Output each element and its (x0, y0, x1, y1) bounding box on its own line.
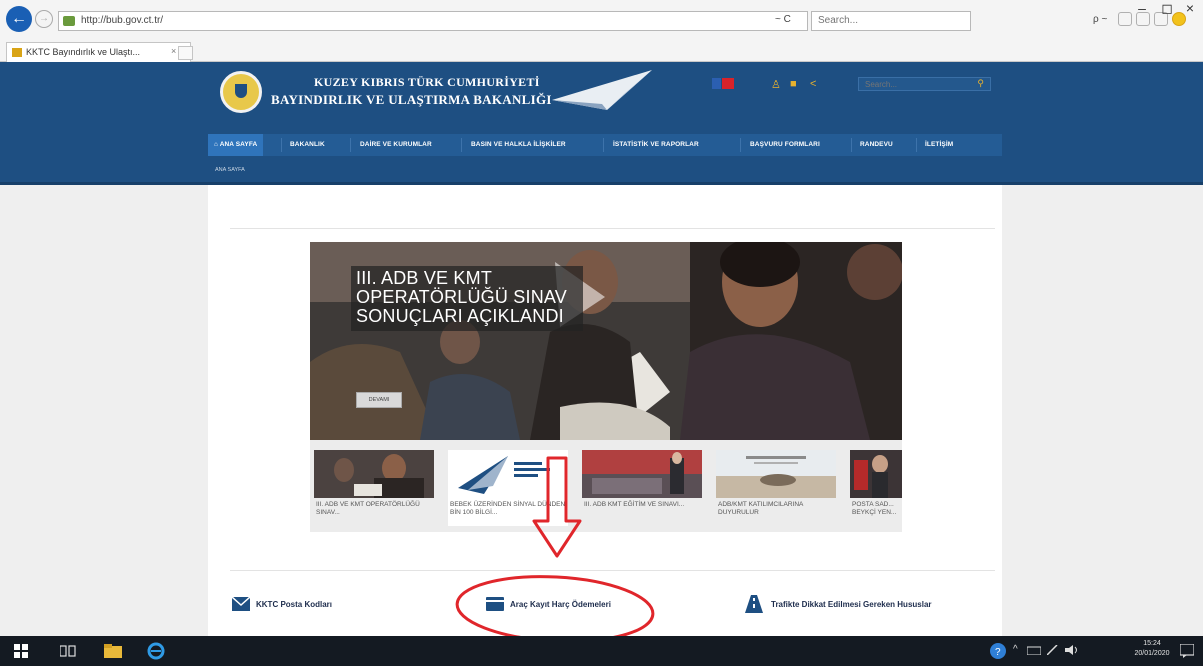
search-go-button[interactable]: ρ ~ (1093, 14, 1107, 25)
thumbnail-image (716, 450, 836, 498)
slider-caption-line: SONUÇLARI AÇIKLANDI (356, 306, 564, 326)
tab-close-icon[interactable]: × (171, 46, 176, 56)
quick-links: KKTC Posta Kodları Araç Kayıt Harç Ödeme… (208, 585, 1002, 628)
envelope-icon (232, 597, 250, 611)
clock-date: 20/01/2020 (1134, 650, 1170, 657)
thumbnail-caption: ADB/KMT KATILIMCILARINA DUYURULUR (718, 501, 804, 516)
back-button[interactable]: ← (6, 6, 32, 32)
news-thumbnail[interactable]: III. ADB VE KMT OPERATÖRLÜĞÜ SINAV... (314, 450, 434, 526)
site-search-input[interactable] (865, 80, 975, 89)
nav-item-contact[interactable]: İLETİŞİM (925, 134, 953, 156)
thumbnail-image (582, 450, 702, 498)
news-thumbnail-strip: III. ADB VE KMT OPERATÖRLÜĞÜ SINAV... BE… (310, 440, 902, 532)
slider-more-button[interactable]: DEVAMI (356, 392, 402, 408)
window-close-button[interactable]: × (1180, 0, 1200, 16)
notifications-icon[interactable] (1180, 644, 1194, 658)
user-icon[interactable]: ♙ (771, 78, 781, 91)
browser-search-box[interactable] (811, 11, 971, 31)
thumbnail-image (314, 450, 434, 498)
network-icon[interactable] (1027, 645, 1041, 655)
news-thumbnail[interactable]: ADB/KMT KATILIMCILARINA DUYURULUR (716, 450, 836, 526)
window-minimize-button[interactable]: – (1132, 0, 1152, 16)
share-icon[interactable]: < (810, 78, 816, 90)
thumbnail-caption: III. ADB VE KMT OPERATÖRLÜĞÜ SINAV... (316, 501, 420, 516)
tab-favicon-icon (12, 48, 22, 57)
pen-icon[interactable] (1047, 645, 1059, 655)
quick-link-label: Araç Kayıt Harç Ödemeleri (510, 600, 611, 609)
internet-explorer-icon[interactable] (147, 642, 165, 660)
tray-clock[interactable]: 15:24 20/01/2020 (1132, 639, 1172, 659)
refresh-button[interactable]: ~ C (775, 14, 791, 25)
main-navigation: ⌂ ANA SAYFA BAKANLIK DAİRE VE KURUMLAR B… (208, 134, 1002, 156)
file-explorer-icon[interactable] (104, 644, 122, 658)
nav-item-ministry[interactable]: BAKANLIK (290, 134, 325, 156)
slider-caption-line: III. ADB VE KMT (356, 268, 493, 288)
address-url: http://bub.gov.ct.tr/ (81, 15, 164, 26)
government-emblem-icon (220, 71, 262, 113)
site-header: KUZEY KIBRIS TÜRK CUMHURİYETİ BAYINDIRLI… (0, 62, 1203, 185)
quick-link-label: KKTC Posta Kodları (256, 600, 333, 609)
breadcrumb[interactable]: ANA SAYFA (215, 167, 245, 173)
site-search-icon[interactable]: ⚲ (977, 78, 984, 89)
credit-card-icon (486, 597, 504, 611)
site-search-box[interactable]: ⚲ (858, 77, 991, 91)
home-icon[interactable] (1118, 12, 1132, 26)
address-bar[interactable]: http://bub.gov.ct.tr/ (58, 11, 808, 31)
rss-icon[interactable]: ■ (790, 78, 797, 90)
nav-item-departments[interactable]: DAİRE VE KURUMLAR (360, 134, 432, 156)
news-thumbnail[interactable]: III. ADB KMT EĞİTİM VE SINAVI... (582, 450, 702, 526)
news-thumbnail[interactable]: POSTA SAD... BEYKÇİ YEN... (850, 450, 902, 526)
browser-tab[interactable]: KKTC Bayındırlık ve Ulaştı... × (6, 42, 191, 62)
thumbnail-caption: III. ADB KMT EĞİTİM VE SINAVI... (584, 501, 685, 508)
site-favicon-icon (63, 16, 75, 26)
nav-item-press[interactable]: BASIN VE HALKLA İLİŞKİLER (471, 134, 566, 156)
volume-icon[interactable] (1065, 645, 1079, 655)
nav-item-forms[interactable]: BAŞVURU FORMLARI (750, 134, 820, 156)
windows-taskbar: ? ^ 15:24 20/01/2020 (0, 636, 1203, 666)
clock-time: 15:24 (1143, 640, 1161, 647)
tray-expand-icon[interactable]: ^ (1013, 644, 1018, 655)
browser-search-input[interactable] (818, 15, 968, 26)
new-tab-button[interactable] (178, 46, 193, 60)
thumbnail-caption: BEBEK ÜZERİNDEN SİNYAL DÜNDEN BİN 100 Bİ… (450, 501, 566, 516)
help-icon[interactable]: ? (990, 643, 1006, 659)
site-title-line2: BAYINDIRLIK VE ULAŞTIRMA BAKANLIĞI (271, 92, 552, 107)
nav-item-statistics[interactable]: İSTATİSTİK VE RAPORLAR (613, 134, 699, 156)
tab-title: KKTC Bayındırlık ve Ulaştı... (26, 47, 141, 57)
language-flag-icon[interactable] (712, 78, 734, 89)
nav-item-appointment[interactable]: RANDEVU (860, 134, 893, 156)
paper-plane-logo-icon (552, 70, 652, 110)
window-maximize-button[interactable]: ◻ (1157, 0, 1177, 17)
news-thumbnail[interactable]: BEBEK ÜZERİNDEN SİNYAL DÜNDEN BİN 100 Bİ… (448, 450, 568, 526)
road-icon (745, 595, 763, 613)
slider-caption-line: OPERATÖRLÜĞÜ SINAV (356, 287, 567, 307)
slider-caption: III. ADB VE KMT OPERATÖRLÜĞÜ SINAV SONUÇ… (351, 266, 583, 331)
svg-text:?: ? (995, 647, 1001, 658)
nav-item-home[interactable]: ⌂ ANA SAYFA (208, 134, 264, 156)
browser-chrome: ← → http://bub.gov.ct.tr/ ~ C ρ ~ – ◻ × … (0, 0, 1203, 62)
site-title-line1: KUZEY KIBRIS TÜRK CUMHURİYETİ (314, 75, 540, 89)
windows-start-icon[interactable] (14, 644, 28, 658)
quick-link-label: Trafikte Dikkat Edilmesi Gereken Hususla… (771, 600, 932, 609)
task-view-icon[interactable] (60, 644, 76, 658)
thumbnail-image (850, 450, 902, 498)
forward-button[interactable]: → (35, 10, 53, 28)
thumbnail-image (448, 450, 568, 498)
thumbnail-caption: POSTA SAD... BEYKÇİ YEN... (852, 501, 897, 516)
